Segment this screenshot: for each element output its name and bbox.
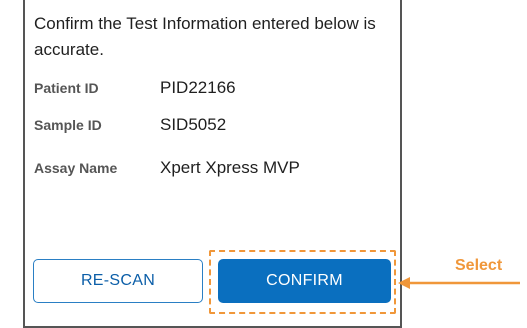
confirm-test-info-dialog: Confirm the Test Information entered bel… <box>23 0 402 328</box>
patient-id-value: PID22166 <box>160 78 236 97</box>
sample-id-label: Sample ID <box>34 117 102 133</box>
assay-name-label: Assay Name <box>34 160 118 176</box>
assay-name-value: Xpert Xpress MVP <box>160 158 300 177</box>
sample-id-value: SID5052 <box>160 115 227 134</box>
confirm-button[interactable]: CONFIRM <box>218 259 391 303</box>
select-annotation-label: Select <box>455 257 503 274</box>
instruction-text: Confirm the Test Information entered bel… <box>34 14 376 59</box>
patient-id-label: Patient ID <box>34 80 99 96</box>
left-arrow-icon <box>398 277 520 289</box>
rescan-button[interactable]: RE-SCAN <box>33 259 203 303</box>
